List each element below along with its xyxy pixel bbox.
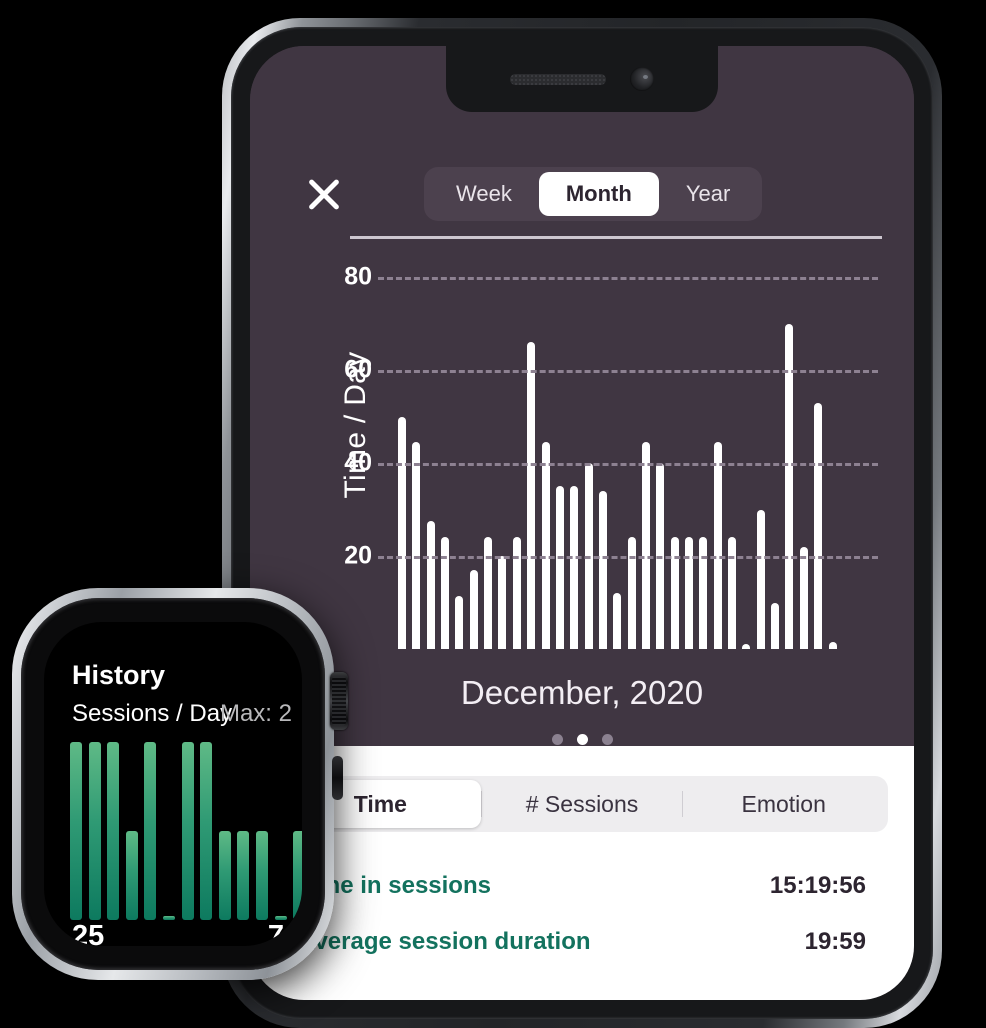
watch-bezel: History Sessions / Day Max: 2 25 MON 7 S… xyxy=(21,598,325,970)
chart-bar xyxy=(799,546,808,649)
chart-bar xyxy=(814,402,823,649)
digital-crown[interactable] xyxy=(330,672,348,730)
month-label: December, 2020 xyxy=(460,674,704,711)
page-dot[interactable] xyxy=(601,734,613,745)
chart-bar xyxy=(771,602,780,649)
chart-baseline xyxy=(350,236,882,239)
watch-chart-bar xyxy=(293,831,302,920)
chart-page-dots[interactable] xyxy=(250,734,914,745)
chart-bar xyxy=(441,537,450,649)
stats-tab-emotion[interactable]: Emotion xyxy=(683,780,884,828)
close-icon[interactable] xyxy=(302,172,346,216)
chart-bar xyxy=(828,642,837,649)
stat-row: Average session duration 19:59 xyxy=(276,914,888,970)
chart-bar xyxy=(484,537,493,649)
watch-chart-bar xyxy=(200,742,213,920)
chart-bar xyxy=(699,537,708,649)
chart-bar xyxy=(627,537,636,649)
watch-chart-bar xyxy=(181,742,194,920)
front-camera-icon xyxy=(630,67,654,91)
speaker-grille-icon xyxy=(510,73,606,85)
y-tick-20: 20 xyxy=(344,541,372,570)
y-tick-80: 80 xyxy=(344,262,372,291)
watch-max-label: Max: 2 xyxy=(219,700,292,727)
gridline-80 xyxy=(378,277,878,281)
stat-label: Average session duration xyxy=(298,928,591,955)
watch-sessions-chart xyxy=(70,742,302,920)
watch-device: History Sessions / Day Max: 2 25 MON 7 S… xyxy=(12,588,348,980)
time-per-day-chart: Time / Day 20 40 60 80 xyxy=(250,236,914,656)
phone-screen: Week Month Year Time / Day 20 40 60 80 Decemb… xyxy=(250,46,914,1000)
watch-axis-labels: 25 MON 7 SUN xyxy=(72,920,284,947)
chart-bar xyxy=(469,570,478,649)
range-segmented-control[interactable]: Week Month Year xyxy=(424,167,763,221)
phone-mute-switch[interactable] xyxy=(222,18,227,64)
phone-power-button[interactable] xyxy=(222,256,228,406)
chart-bar xyxy=(541,442,550,649)
watch-chart-bar xyxy=(144,742,157,920)
watch-screen: History Sessions / Day Max: 2 25 MON 7 S… xyxy=(44,622,302,946)
watch-chart-bar xyxy=(70,742,82,920)
chart-bar xyxy=(728,537,737,649)
chart-bar xyxy=(570,486,579,649)
chart-plot-area xyxy=(250,236,914,656)
watch-start-day: 25 xyxy=(72,920,105,947)
chart-bar xyxy=(641,442,650,649)
chart-bar xyxy=(426,521,435,649)
chart-bar xyxy=(598,491,607,649)
watch-title: History xyxy=(72,660,166,690)
gridline-40 xyxy=(378,463,878,467)
y-tick-40: 40 xyxy=(344,448,372,477)
chart-bar xyxy=(527,342,536,649)
phone-volume-down-button[interactable] xyxy=(222,160,228,256)
watch-chart-bar xyxy=(88,742,101,920)
chart-bar xyxy=(670,537,679,649)
stat-value: 15:19:56 xyxy=(769,872,866,899)
stats-tab-bar[interactable]: Time # Sessions Emotion xyxy=(276,776,888,832)
phone-bezel: Week Month Year Time / Day 20 40 60 80 Decemb… xyxy=(231,27,933,1019)
chart-bar xyxy=(398,416,406,649)
chart-bar xyxy=(455,595,464,649)
stats-list: Time in sessions 15:19:56 Average session … xyxy=(276,858,888,970)
chart-bar xyxy=(613,593,622,649)
stat-value: 19:59 xyxy=(804,928,866,955)
page-dot[interactable] xyxy=(576,734,588,745)
chart-bar xyxy=(512,537,521,649)
chart-bar xyxy=(756,509,765,649)
history-dark-panel: Week Month Year Time / Day 20 40 60 80 Decemb… xyxy=(250,46,914,746)
y-tick-60: 60 xyxy=(344,355,372,384)
range-tab-week[interactable]: Week xyxy=(429,172,539,216)
watch-chart-bar xyxy=(218,831,231,920)
watch-end-day: 7 xyxy=(267,920,284,947)
chart-bar xyxy=(742,644,751,649)
watch-chart-bar xyxy=(125,831,138,920)
chart-bar xyxy=(412,442,421,649)
stats-sheet: Time # Sessions Emotion Time in sessions 15… xyxy=(250,746,914,1000)
chart-bar xyxy=(685,537,693,649)
chart-bar xyxy=(555,486,564,649)
range-tab-year[interactable]: Year xyxy=(659,172,757,216)
stats-tab-sessions[interactable]: # Sessions xyxy=(482,780,683,828)
watch-chart-bar xyxy=(237,831,250,920)
range-tab-month[interactable]: Month xyxy=(538,172,659,216)
gridline-20 xyxy=(378,556,878,560)
watch-chart-bar xyxy=(107,742,120,920)
watch-subtitle: Sessions / Day xyxy=(72,700,233,727)
watch-side-button[interactable] xyxy=(332,756,343,800)
watch-chart-bar xyxy=(256,831,268,920)
stat-row: Time in sessions 15:19:56 xyxy=(276,858,888,914)
phone-notch xyxy=(446,46,718,112)
phone-volume-up-button[interactable] xyxy=(222,64,228,160)
chart-bar xyxy=(713,442,722,649)
chart-bar xyxy=(498,556,507,649)
gridline-60 xyxy=(378,370,878,374)
watch-chart-bar xyxy=(163,915,175,920)
page-dot[interactable] xyxy=(551,734,563,745)
